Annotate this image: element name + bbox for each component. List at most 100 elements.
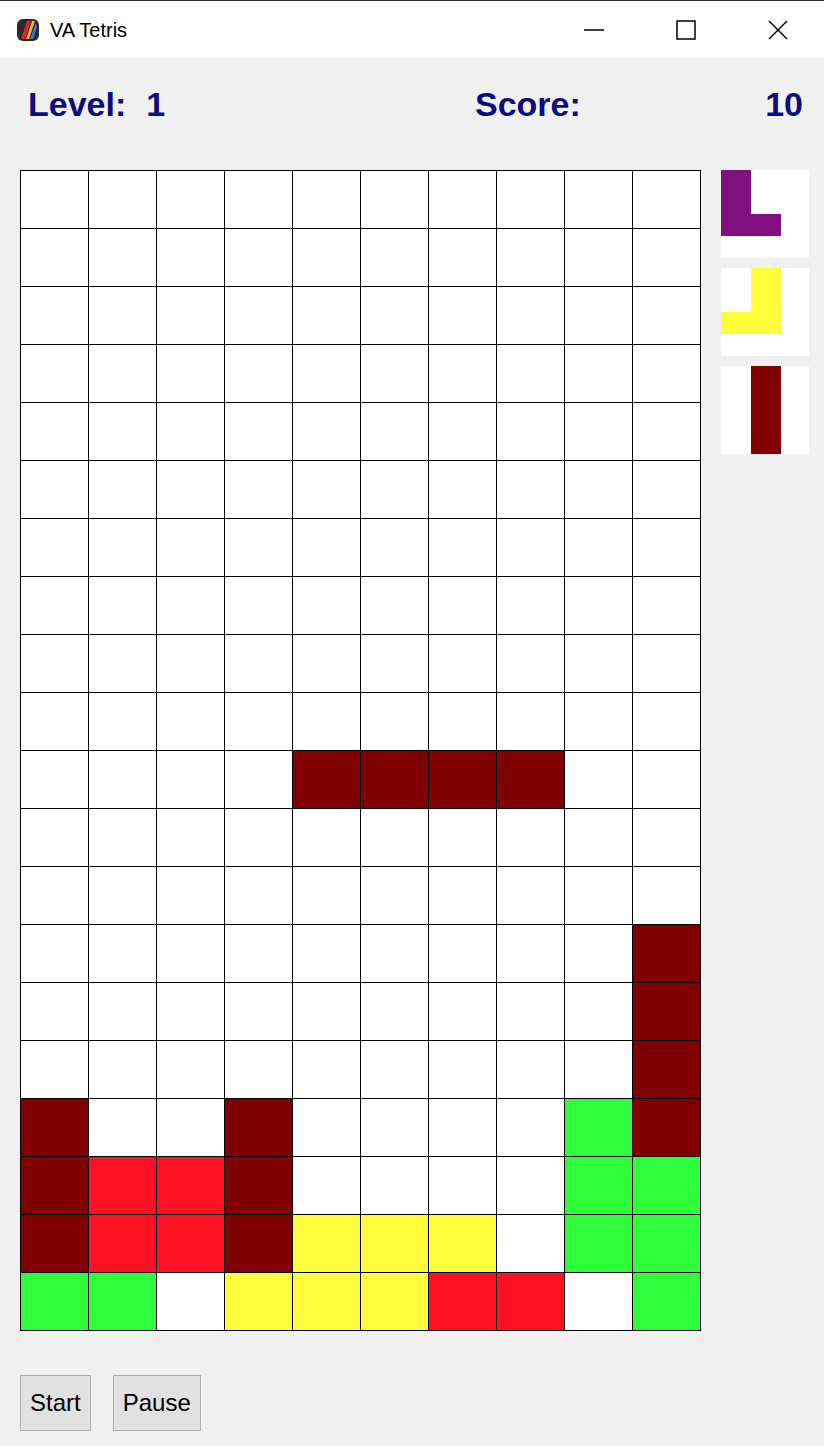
board-cell <box>225 1157 293 1215</box>
board-cell <box>565 461 633 519</box>
board-cell <box>89 461 157 519</box>
board-cell <box>565 751 633 809</box>
board-cell <box>497 1099 565 1157</box>
board-cell <box>565 287 633 345</box>
board-cell <box>633 1099 701 1157</box>
board-cell <box>429 345 497 403</box>
board-cell <box>565 1157 633 1215</box>
board-cell <box>293 1215 361 1273</box>
board-cell <box>293 867 361 925</box>
board-cell <box>633 577 701 635</box>
board-cell <box>429 577 497 635</box>
piece-cell <box>781 290 809 312</box>
board-cell <box>293 1157 361 1215</box>
app-window: VA TetrisLevel:1Score:10StartPause <box>0 0 824 1446</box>
piece-cell <box>751 268 781 290</box>
header: Level:1Score:10 <box>0 58 824 170</box>
board-cell <box>633 1157 701 1215</box>
start-button[interactable]: Start <box>20 1375 91 1431</box>
board-cell <box>157 229 225 287</box>
board-cell <box>157 693 225 751</box>
board-cell <box>157 983 225 1041</box>
board-cell <box>633 751 701 809</box>
board-cell <box>21 693 89 751</box>
board-cell <box>225 461 293 519</box>
board-cell <box>361 577 429 635</box>
board-cell <box>225 1099 293 1157</box>
piece-cell <box>751 366 781 388</box>
board-cell <box>565 693 633 751</box>
board-cell <box>565 1041 633 1099</box>
board-cell <box>633 1041 701 1099</box>
board-cell <box>429 1041 497 1099</box>
board-cell <box>89 577 157 635</box>
board-cell <box>497 1215 565 1273</box>
board-cell <box>565 1099 633 1157</box>
score-value: 10 <box>581 84 803 124</box>
board-cell <box>89 287 157 345</box>
piece-cell <box>721 192 751 214</box>
board-cell <box>497 461 565 519</box>
board-cell <box>361 1041 429 1099</box>
score-label: Score: <box>475 84 581 124</box>
board-cell <box>361 1273 429 1331</box>
board-cell <box>497 867 565 925</box>
board-cell <box>89 925 157 983</box>
board-cell <box>89 1215 157 1273</box>
board-cell <box>89 1273 157 1331</box>
maximize-button[interactable] <box>640 1 732 58</box>
board-cell <box>21 1041 89 1099</box>
board-cell <box>293 809 361 867</box>
board-cell <box>497 751 565 809</box>
board-cell <box>293 461 361 519</box>
board-cell <box>361 519 429 577</box>
board-cell <box>429 925 497 983</box>
piece-cell <box>751 214 781 236</box>
board-cell <box>633 809 701 867</box>
board-cell <box>429 635 497 693</box>
board-cell <box>21 519 89 577</box>
board-cell <box>157 345 225 403</box>
piece-cell <box>721 170 751 192</box>
next-piece-preview <box>721 366 809 454</box>
board-cell <box>361 1215 429 1273</box>
close-button[interactable] <box>732 1 824 58</box>
board-cell <box>157 287 225 345</box>
board-cell <box>89 171 157 229</box>
board-cell <box>89 867 157 925</box>
board-cell <box>293 1273 361 1331</box>
piece-cell <box>781 388 809 410</box>
board-cell <box>157 867 225 925</box>
board-cell <box>21 867 89 925</box>
board-cell <box>361 867 429 925</box>
board-cell <box>225 867 293 925</box>
minimize-button[interactable] <box>548 1 640 58</box>
board-cell <box>157 1099 225 1157</box>
board-cell <box>429 287 497 345</box>
board-cell <box>21 1273 89 1331</box>
board-cell <box>293 983 361 1041</box>
next-piece-preview <box>721 268 809 356</box>
piece-cell <box>781 236 809 258</box>
piece-cell <box>751 290 781 312</box>
title-bar: VA Tetris <box>0 0 824 58</box>
board-cell <box>497 171 565 229</box>
board-cell <box>225 925 293 983</box>
board-cell <box>429 1099 497 1157</box>
board-cell <box>361 693 429 751</box>
board-cell <box>157 171 225 229</box>
board-cell <box>157 751 225 809</box>
board-cell <box>633 925 701 983</box>
board-cell <box>361 635 429 693</box>
game-board[interactable] <box>20 170 701 1331</box>
board-cell <box>497 925 565 983</box>
pause-button[interactable]: Pause <box>113 1375 201 1431</box>
board-cell <box>361 751 429 809</box>
piece-cell <box>781 410 809 432</box>
board-cell <box>633 1215 701 1273</box>
maximize-icon <box>676 20 696 40</box>
board-cell <box>225 171 293 229</box>
board-cell <box>21 577 89 635</box>
level-value: 1 <box>146 84 165 124</box>
board-cell <box>429 1215 497 1273</box>
